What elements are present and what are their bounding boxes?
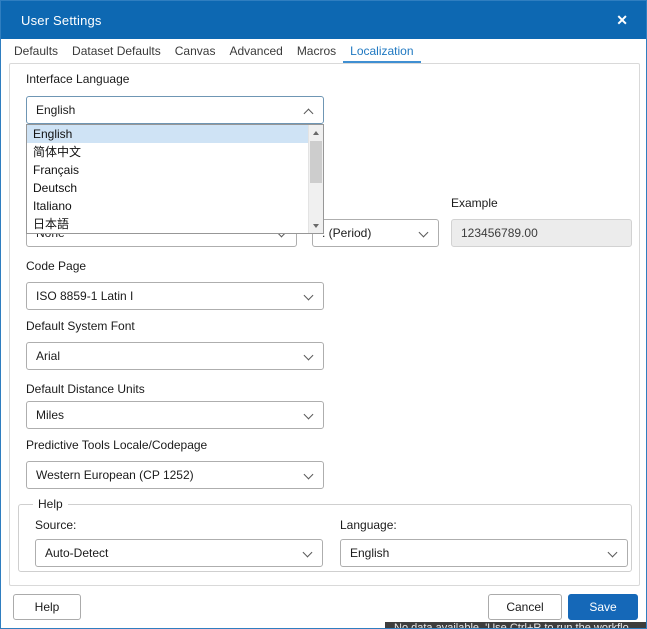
default-system-font-combobox[interactable]: Arial bbox=[26, 342, 324, 370]
save-button[interactable]: Save bbox=[568, 594, 638, 620]
default-system-font-value: Arial bbox=[36, 349, 61, 363]
help-language-label: Language: bbox=[340, 518, 397, 532]
tab-defaults[interactable]: Defaults bbox=[7, 40, 65, 63]
chevron-down-icon bbox=[303, 290, 314, 301]
predictive-tools-locale-combobox[interactable]: Western European (CP 1252) bbox=[26, 461, 324, 489]
interface-language-value: English bbox=[36, 103, 76, 117]
combobox-period[interactable]: . (Period) bbox=[312, 219, 439, 247]
scroll-up-icon[interactable] bbox=[309, 125, 323, 140]
help-source-combobox[interactable]: Auto-Detect bbox=[35, 539, 323, 567]
tab-bar: Defaults Dataset Defaults Canvas Advance… bbox=[7, 39, 421, 63]
dropdown-options: English 简体中文 Français Deutsch Italiano 日… bbox=[27, 125, 308, 233]
tab-localization[interactable]: Localization bbox=[343, 40, 421, 63]
help-language-combobox[interactable]: English bbox=[340, 539, 628, 567]
chevron-down-icon bbox=[418, 227, 429, 238]
default-system-font-label: Default System Font bbox=[26, 319, 135, 333]
example-field: 123456789.00 bbox=[451, 219, 632, 247]
cancel-button[interactable]: Cancel bbox=[488, 594, 562, 620]
chevron-down-icon bbox=[303, 409, 314, 420]
tab-macros[interactable]: Macros bbox=[290, 40, 343, 63]
help-groupbox: Help Source: Auto-Detect Language: Engli… bbox=[18, 497, 632, 572]
dropdown-scrollbar[interactable] bbox=[308, 125, 323, 233]
user-settings-dialog: User Settings ✕ Defaults Dataset Default… bbox=[0, 0, 647, 629]
status-strip: No data available. 'Use Ctrl+R to run th… bbox=[385, 622, 646, 629]
help-language-value: English bbox=[350, 546, 390, 560]
dropdown-option-english[interactable]: English bbox=[27, 125, 308, 143]
help-group-legend: Help bbox=[33, 497, 68, 511]
combobox-period-value: . (Period) bbox=[322, 226, 372, 240]
predictive-tools-locale-label: Predictive Tools Locale/Codepage bbox=[26, 438, 208, 452]
example-label: Example bbox=[451, 196, 498, 210]
close-icon[interactable]: ✕ bbox=[616, 13, 628, 27]
dropdown-option-french[interactable]: Français bbox=[27, 161, 308, 179]
code-page-value: ISO 8859-1 Latin I bbox=[36, 289, 134, 303]
interface-language-label: Interface Language bbox=[26, 72, 130, 86]
dropdown-option-simplified-chinese[interactable]: 简体中文 bbox=[27, 143, 308, 161]
localization-panel: Interface Language English English 简体中文 … bbox=[9, 63, 640, 586]
chevron-down-icon bbox=[303, 350, 314, 361]
tab-canvas[interactable]: Canvas bbox=[168, 40, 223, 63]
interface-language-combobox[interactable]: English bbox=[26, 96, 324, 124]
dropdown-option-italian[interactable]: Italiano bbox=[27, 197, 308, 215]
tab-advanced[interactable]: Advanced bbox=[222, 40, 289, 63]
help-source-label: Source: bbox=[35, 518, 77, 532]
code-page-label: Code Page bbox=[26, 259, 87, 273]
tab-dataset-defaults[interactable]: Dataset Defaults bbox=[65, 40, 168, 63]
predictive-tools-locale-value: Western European (CP 1252) bbox=[36, 468, 194, 482]
chevron-down-icon bbox=[303, 469, 314, 480]
example-value: 123456789.00 bbox=[461, 226, 538, 240]
scrollbar-thumb[interactable] bbox=[310, 141, 322, 183]
default-distance-units-label: Default Distance Units bbox=[26, 382, 145, 396]
dropdown-option-german[interactable]: Deutsch bbox=[27, 179, 308, 197]
help-button[interactable]: Help bbox=[13, 594, 81, 620]
default-distance-units-combobox[interactable]: Miles bbox=[26, 401, 324, 429]
status-text: No data available. 'Use Ctrl+R to run th… bbox=[394, 622, 629, 629]
chevron-down-icon bbox=[607, 547, 618, 558]
interface-language-dropdown-list: English 简体中文 Français Deutsch Italiano 日… bbox=[26, 124, 324, 234]
help-source-value: Auto-Detect bbox=[45, 546, 109, 560]
code-page-combobox[interactable]: ISO 8859-1 Latin I bbox=[26, 282, 324, 310]
chevron-down-icon bbox=[302, 547, 313, 558]
default-distance-units-value: Miles bbox=[36, 408, 65, 422]
chevron-up-icon bbox=[303, 108, 314, 119]
window-title: User Settings bbox=[21, 12, 102, 28]
titlebar: User Settings ✕ bbox=[1, 1, 646, 39]
scroll-down-icon[interactable] bbox=[309, 218, 323, 233]
dropdown-option-japanese[interactable]: 日本語 bbox=[27, 215, 308, 233]
